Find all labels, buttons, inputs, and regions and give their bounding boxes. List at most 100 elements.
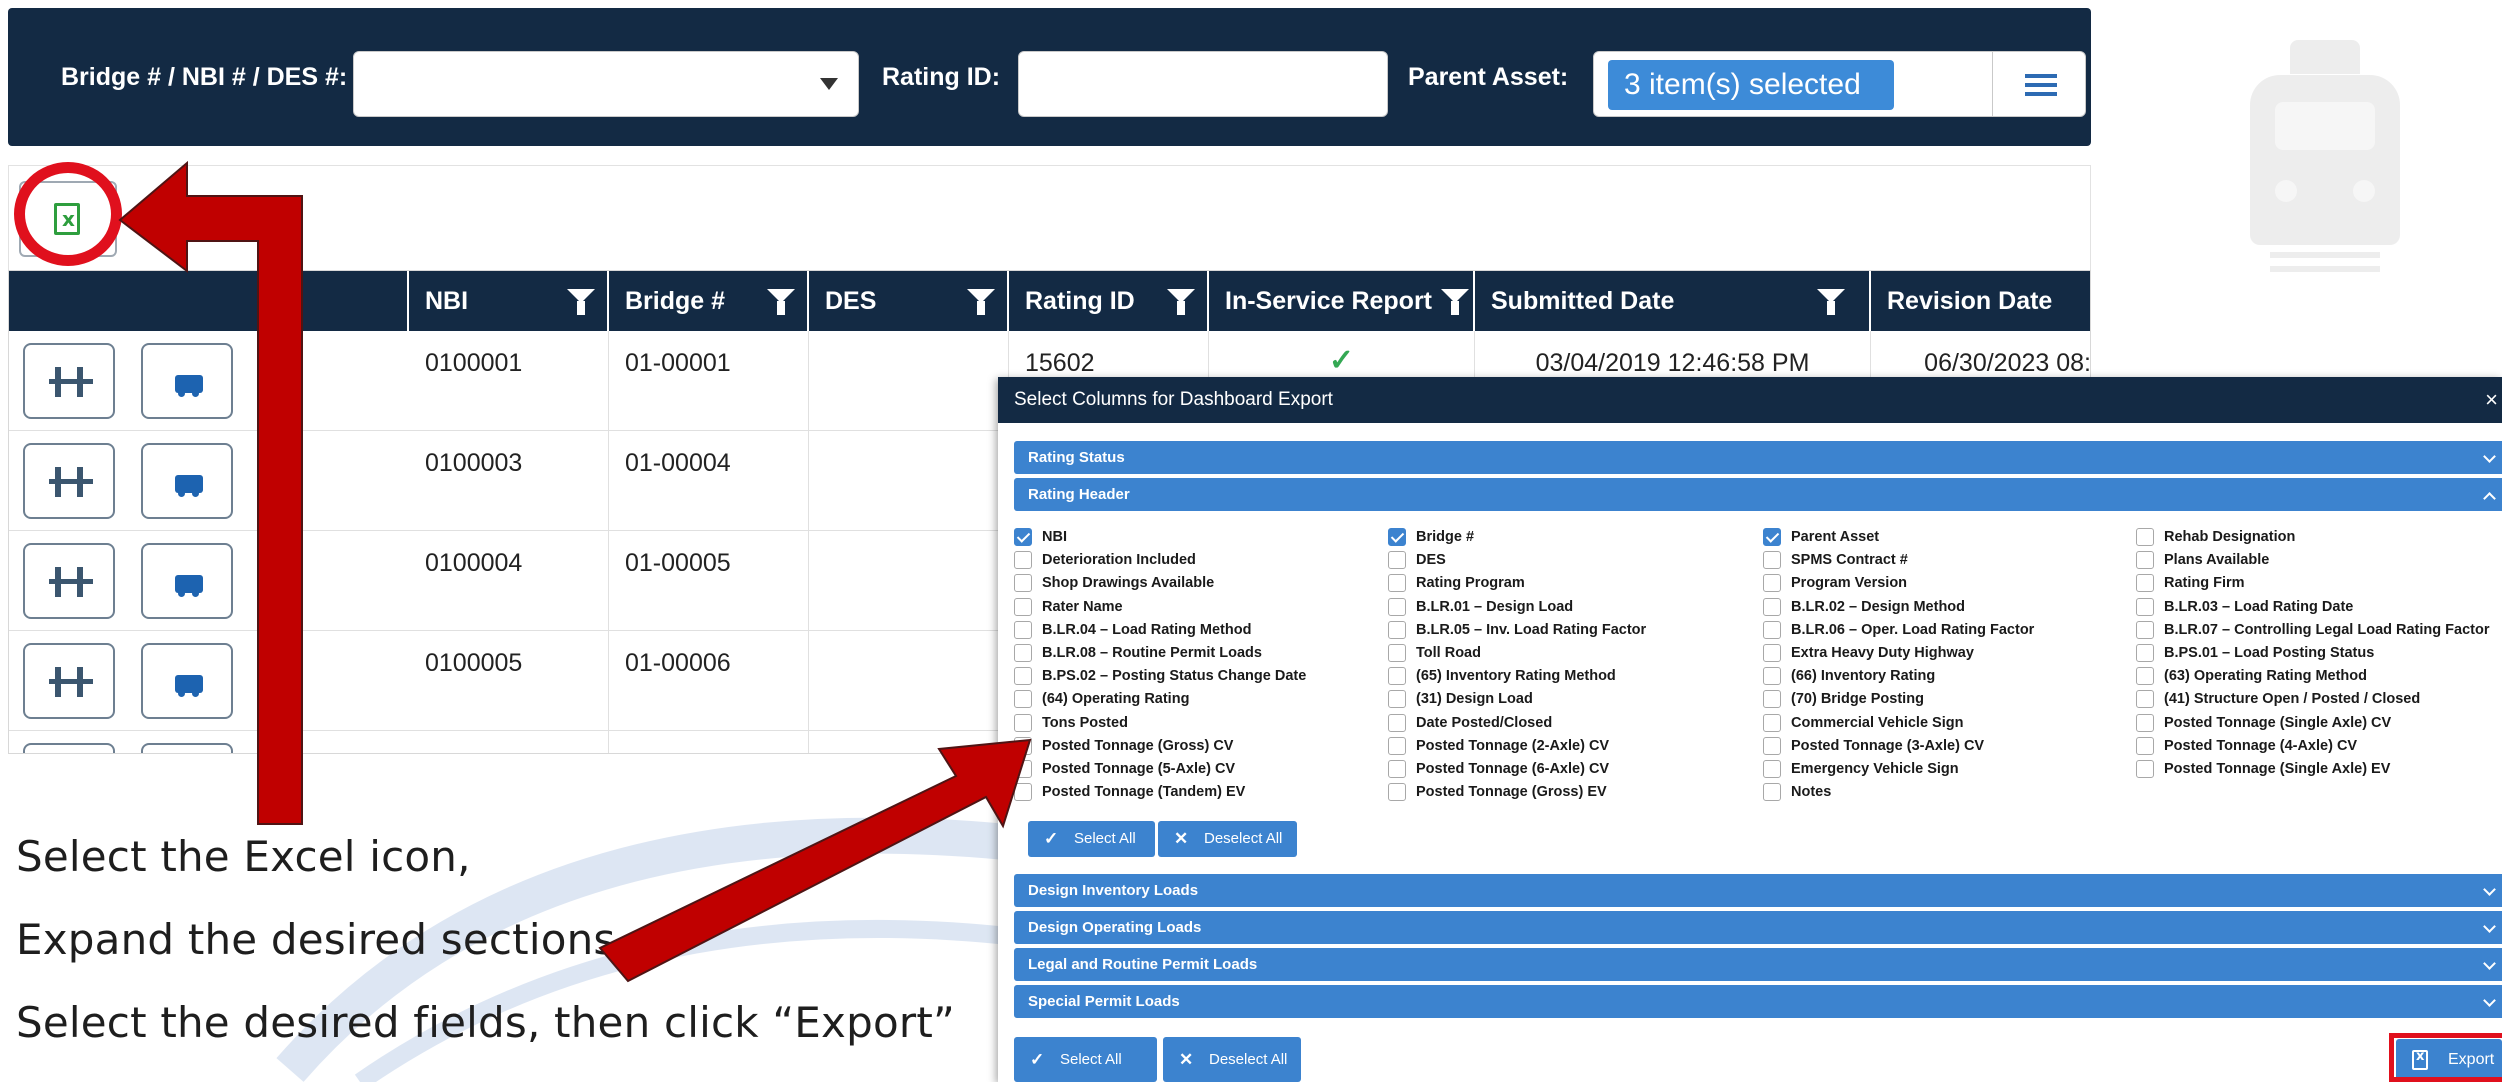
checkbox[interactable] <box>1014 597 1032 616</box>
checkbox[interactable] <box>1763 760 1781 778</box>
checkbox[interactable] <box>1763 783 1781 802</box>
section-special-permit-loads[interactable]: Special Permit Loads <box>1014 985 2502 1018</box>
cell-bridge: 01-00004 <box>609 431 809 531</box>
column-header-submitted-date[interactable]: Submitted Date <box>1475 271 1871 331</box>
chevron-down-icon <box>2483 957 2496 970</box>
checkbox[interactable] <box>1763 597 1781 616</box>
filter-icon[interactable] <box>767 289 795 315</box>
bridge-view-button[interactable] <box>23 343 115 419</box>
checkbox[interactable] <box>2136 760 2154 778</box>
deselect-all-button[interactable]: ✕ Deselect All <box>1158 821 1297 857</box>
checkbox[interactable] <box>1388 736 1406 755</box>
cell-nbi: 0100003 <box>409 431 609 531</box>
checkbox[interactable] <box>1388 760 1406 778</box>
checkbox[interactable] <box>2136 713 2154 732</box>
checkbox[interactable] <box>1014 528 1032 546</box>
checkbox[interactable] <box>2136 574 2154 593</box>
checkbox[interactable] <box>1763 690 1781 709</box>
instruction-step-1: Select the Excel icon, <box>16 832 471 881</box>
column-header-bridge[interactable]: Bridge # <box>609 271 809 331</box>
checkbox[interactable] <box>2136 551 2154 570</box>
checkbox[interactable] <box>1388 551 1406 570</box>
section-legal-routine-permit-loads[interactable]: Legal and Routine Permit Loads <box>1014 948 2502 981</box>
close-icon[interactable]: × <box>2485 377 2498 423</box>
field-label: Notes <box>1791 784 1832 801</box>
cell-nbi: 0100005 <box>409 631 609 731</box>
filter-icon[interactable] <box>967 289 995 315</box>
checkbox[interactable] <box>1763 644 1781 662</box>
filter-icon[interactable] <box>1441 289 1469 315</box>
checkbox[interactable] <box>2136 644 2154 662</box>
bridge-view-button[interactable] <box>23 643 115 719</box>
bridge-view-button[interactable] <box>23 543 115 619</box>
checkbox[interactable] <box>1763 736 1781 755</box>
checkbox[interactable] <box>1014 667 1032 686</box>
checkbox[interactable] <box>2136 667 2154 686</box>
section-label: Design Inventory Loads <box>1028 882 1199 899</box>
load-rating-button[interactable] <box>141 343 233 419</box>
checkbox[interactable] <box>1388 713 1406 732</box>
checkbox[interactable] <box>1763 528 1781 546</box>
checkbox[interactable] <box>1763 574 1781 593</box>
filter-icon[interactable] <box>1817 289 1845 315</box>
select-all-sections-button[interactable]: ✓ Select All <box>1014 1037 1157 1082</box>
load-rating-button[interactable] <box>141 643 233 719</box>
deselect-all-sections-button[interactable]: ✕ Deselect All <box>1163 1037 1301 1082</box>
select-all-button[interactable]: ✓ Select All <box>1028 821 1155 857</box>
checkbox[interactable] <box>2136 736 2154 755</box>
checkbox[interactable] <box>1763 713 1781 732</box>
checkbox[interactable] <box>1763 620 1781 639</box>
checkbox[interactable] <box>1763 551 1781 570</box>
checkbox[interactable] <box>1014 783 1032 802</box>
checkbox[interactable] <box>1014 690 1032 709</box>
field-label: Tons Posted <box>1042 714 1128 731</box>
parent-asset-multiselect[interactable]: 3 item(s) selected <box>1593 51 2001 117</box>
checkbox[interactable] <box>1388 620 1406 639</box>
load-rating-button[interactable] <box>141 543 233 619</box>
checkbox[interactable] <box>1014 713 1032 732</box>
truck-icon <box>175 475 203 497</box>
checkbox[interactable] <box>1388 597 1406 616</box>
checkbox[interactable] <box>1388 574 1406 593</box>
checkbox[interactable] <box>1388 690 1406 709</box>
rating-id-label: Rating ID: <box>882 63 1001 91</box>
bridge-view-button[interactable] <box>23 743 115 753</box>
checkbox[interactable] <box>1014 760 1032 778</box>
checkbox[interactable] <box>2136 597 2154 616</box>
parent-asset-list-button[interactable] <box>1992 51 2086 117</box>
load-rating-button[interactable] <box>141 743 233 753</box>
field-label: B.LR.07 – Controlling Legal Load Rating … <box>2164 621 2490 638</box>
column-header-revision-date[interactable]: Revision Date <box>1871 271 2090 331</box>
checkbox[interactable] <box>1388 528 1406 546</box>
checkbox[interactable] <box>1388 644 1406 662</box>
column-header-des[interactable]: DES <box>809 271 1009 331</box>
field-label: B.LR.02 – Design Method <box>1791 598 1966 615</box>
checkbox[interactable] <box>2136 690 2154 709</box>
checkbox[interactable] <box>1014 736 1032 755</box>
checkbox[interactable] <box>1763 667 1781 686</box>
section-label: Rating Header <box>1028 486 1130 503</box>
field-label: NBI <box>1042 529 1067 545</box>
filter-icon[interactable] <box>567 289 595 315</box>
column-header-in-service-report[interactable]: In-Service Report <box>1209 271 1475 331</box>
checkbox[interactable] <box>1014 551 1032 570</box>
column-header-rating-id[interactable]: Rating ID <box>1009 271 1209 331</box>
filter-icon[interactable] <box>1167 289 1195 315</box>
checkbox[interactable] <box>1014 574 1032 593</box>
bridge-view-button[interactable] <box>23 443 115 519</box>
checkbox[interactable] <box>2136 620 2154 639</box>
checkbox[interactable] <box>1388 783 1406 802</box>
section-rating-header[interactable]: Rating Header <box>1014 478 2502 511</box>
rating-id-input[interactable] <box>1018 51 1388 117</box>
section-design-operating-loads[interactable]: Design Operating Loads <box>1014 911 2502 944</box>
section-design-inventory-loads[interactable]: Design Inventory Loads <box>1014 874 2502 907</box>
column-header-nbi[interactable]: NBI <box>409 271 609 331</box>
bridge-filter-select[interactable] <box>353 51 859 117</box>
checkbox[interactable] <box>1388 667 1406 686</box>
section-rating-status[interactable]: Rating Status <box>1014 441 2502 474</box>
checkbox[interactable] <box>1014 620 1032 639</box>
checkbox[interactable] <box>2136 528 2154 546</box>
chevron-down-icon <box>2483 450 2496 463</box>
load-rating-button[interactable] <box>141 443 233 519</box>
checkbox[interactable] <box>1014 644 1032 662</box>
